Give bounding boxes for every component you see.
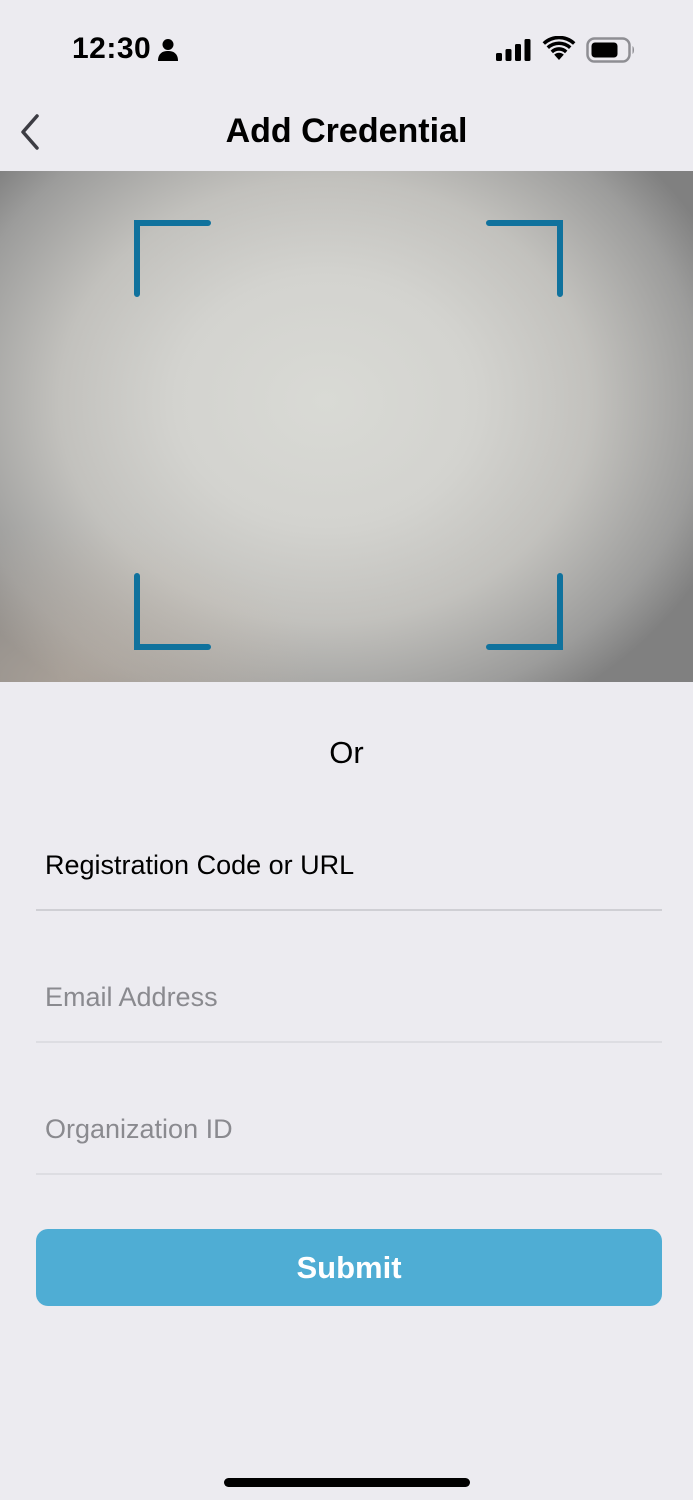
home-indicator[interactable] (224, 1478, 470, 1487)
scan-frame-icon (134, 220, 563, 650)
person-icon (158, 39, 178, 61)
wifi-icon (542, 36, 576, 60)
organization-field (36, 1085, 662, 1175)
page-title: Add Credential (225, 112, 468, 150)
status-bar: 12:30 (0, 0, 693, 100)
email-address-input[interactable] (45, 975, 662, 1019)
email-field (36, 953, 662, 1043)
registration-code-input[interactable] (45, 843, 662, 887)
registration-field (36, 821, 662, 911)
submit-button[interactable]: Submit (36, 1229, 662, 1306)
or-divider-label: Or (329, 735, 364, 770)
battery-icon (586, 37, 634, 63)
status-time: 12:30 (72, 32, 152, 65)
navigation-bar: Add Credential (0, 100, 693, 170)
camera-scanner-view[interactable] (0, 171, 693, 682)
cellular-signal-icon (496, 39, 531, 61)
organization-id-input[interactable] (45, 1107, 662, 1151)
